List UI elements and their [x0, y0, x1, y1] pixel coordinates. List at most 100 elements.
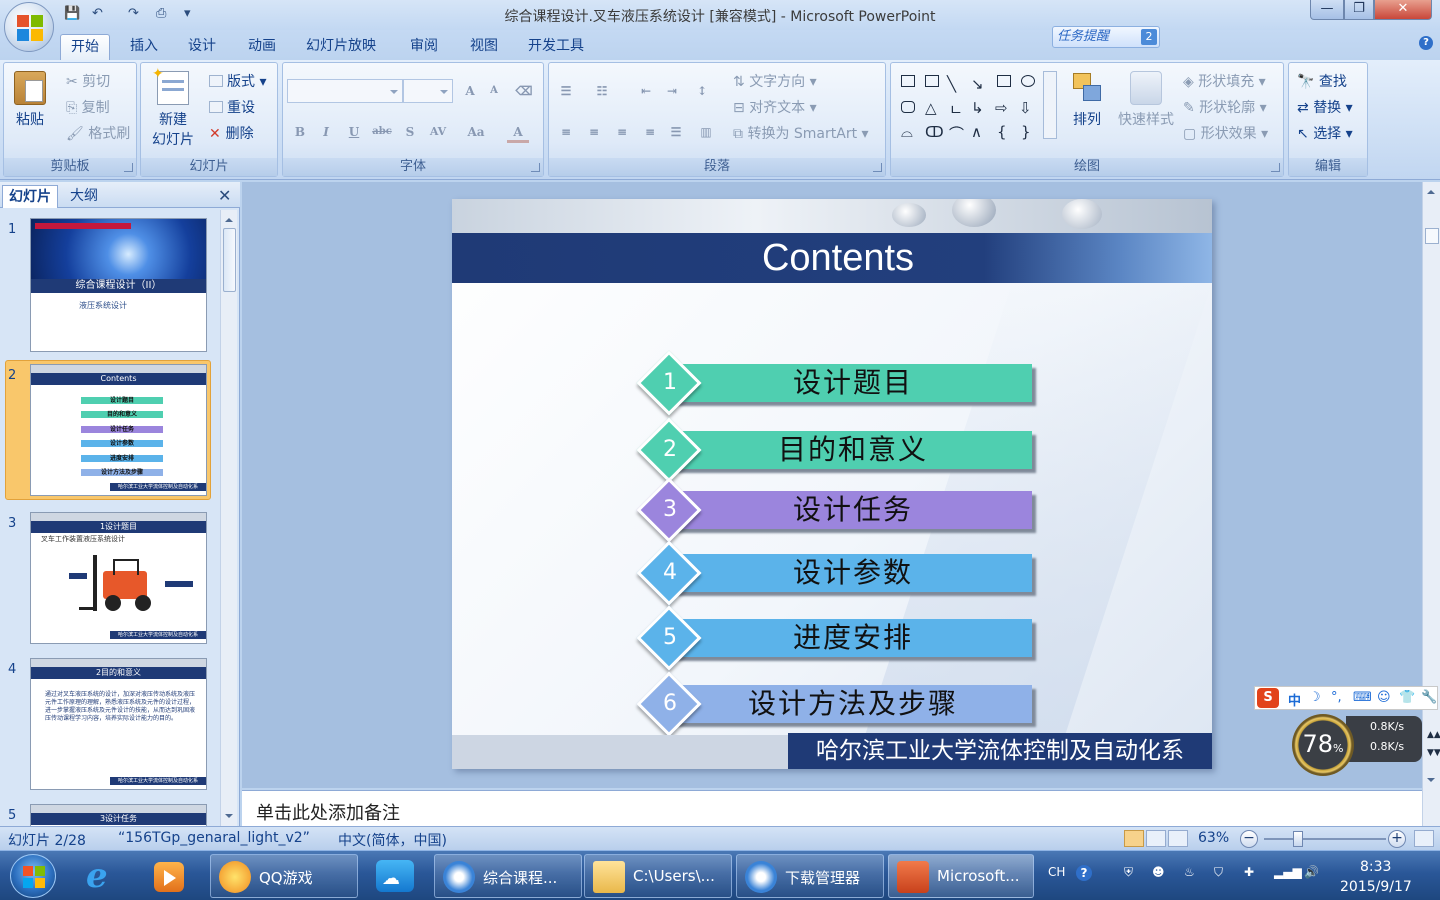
ie-icon[interactable]: e: [74, 854, 134, 898]
close-pane-icon[interactable]: ✕: [218, 186, 231, 205]
office-button[interactable]: [4, 2, 54, 52]
tray-language[interactable]: CH: [1048, 865, 1065, 879]
shape-freeform-icon[interactable]: ⌓: [901, 123, 913, 141]
scroll-thumb[interactable]: [223, 228, 236, 292]
tab-insert[interactable]: 插入: [120, 34, 168, 60]
contents-item-1[interactable]: 1 设计题目: [636, 350, 1042, 416]
format-painter-button[interactable]: 🖌 格式刷: [66, 123, 130, 143]
tab-review[interactable]: 审阅: [400, 34, 448, 60]
smartart-button[interactable]: ⧉ 转换为 SmartArt ▾: [733, 123, 869, 143]
shape-elbow-arrow-icon[interactable]: ↳: [971, 99, 984, 117]
paragraph-launcher-icon[interactable]: [873, 163, 882, 172]
columns-icon[interactable]: ▥: [695, 121, 717, 143]
clock-date[interactable]: 2015/9/17: [1340, 879, 1412, 895]
bullets-icon[interactable]: ☰: [555, 80, 577, 102]
clear-format-icon[interactable]: ⌫: [513, 80, 535, 102]
drawing-launcher-icon[interactable]: [1271, 163, 1280, 172]
shape-roundrect-icon[interactable]: [901, 101, 915, 113]
network-monitor[interactable]: 78% 0.8K/s 0.8K/s: [1290, 712, 1440, 776]
shrink-font-button[interactable]: A: [483, 80, 505, 102]
tab-slides[interactable]: 幻灯片: [2, 185, 58, 208]
quick-styles-button[interactable]: 快速样式: [1113, 71, 1179, 129]
contents-item-5[interactable]: 5 进度安排: [636, 605, 1042, 671]
language-indicator[interactable]: 中文(简体，中国): [338, 830, 447, 850]
justify-icon[interactable]: ≡: [639, 121, 661, 143]
slideshow-view-button[interactable]: [1168, 830, 1188, 847]
maximize-button[interactable]: ❐: [1344, 0, 1374, 20]
arrange-button[interactable]: 排列: [1063, 71, 1111, 129]
underline-button[interactable]: U: [343, 121, 365, 143]
clipboard-launcher-icon[interactable]: [124, 163, 133, 172]
ime-toolbar[interactable]: S 中 ☽ °, ⌨ ☺ 👕 🔧: [1254, 686, 1438, 710]
help-icon[interactable]: ?: [1419, 36, 1433, 50]
zoom-slider-track[interactable]: [1264, 838, 1386, 840]
thumbnail-1[interactable]: 综合课程设计（II） 液压系统设计: [30, 218, 207, 352]
fit-to-window-button[interactable]: [1414, 830, 1434, 847]
replace-button[interactable]: ⇄ 替换 ▾: [1297, 97, 1353, 117]
shape-arc-icon[interactable]: ⌒: [949, 123, 964, 144]
thumbnail-row-4[interactable]: 4 2目的和意义 通过对叉车液压系统的设计，加深对液压传动系统及液压元件工作原理…: [0, 654, 220, 794]
font-launcher-icon[interactable]: [531, 163, 540, 172]
scroll-up-icon[interactable]: [1427, 186, 1435, 194]
layout-button[interactable]: 版式 ▾: [209, 71, 266, 91]
delete-button[interactable]: ✕ 删除: [209, 123, 254, 143]
thumbnail-4[interactable]: 2目的和意义 通过对叉车液压系统的设计，加深对液压传动系统及液压元件工作原理的理…: [30, 658, 207, 790]
shape-line-icon[interactable]: ╲: [947, 75, 956, 93]
user-icon[interactable]: ☺: [1377, 690, 1391, 705]
reset-button[interactable]: 重设: [209, 97, 255, 117]
cut-button[interactable]: ✂ 剪切: [66, 71, 110, 91]
shadow-button[interactable]: S: [399, 121, 421, 143]
numbering-icon[interactable]: ☷: [591, 80, 613, 102]
tray-help-icon[interactable]: ?: [1076, 865, 1092, 881]
text-direction-button[interactable]: ⇅ 文字方向 ▾: [733, 71, 817, 91]
notes-pane[interactable]: 单击此处添加备注: [242, 790, 1422, 826]
slide-title[interactable]: Contents: [452, 237, 1212, 280]
bold-button[interactable]: B: [289, 121, 311, 143]
font-size-select[interactable]: [403, 79, 453, 103]
shape-triangle-icon[interactable]: △: [925, 99, 937, 117]
shape-outline-button[interactable]: ✎ 形状轮廓 ▾: [1183, 97, 1267, 117]
minimize-button[interactable]: —: [1310, 0, 1344, 20]
zoom-level[interactable]: 63%: [1198, 830, 1229, 846]
cloud-icon[interactable]: ☁: [366, 854, 426, 898]
thumbnail-row-5[interactable]: 5 3设计任务: [0, 800, 220, 826]
shape-scribble-icon[interactable]: ↀ: [925, 123, 944, 141]
tray-network-icon[interactable]: ▂▄▆: [1274, 865, 1302, 879]
contents-item-6[interactable]: 6 设计方法及步骤: [636, 671, 1042, 737]
zoom-out-button[interactable]: −: [1240, 830, 1258, 848]
current-slide[interactable]: Contents 1 设计题目 2 目的和意义 3 设计任务 4 设计参数 5 …: [452, 199, 1212, 769]
thumbnail-row-2[interactable]: 2 Contents 设计题目 目的和意义 设计任务 设计参数 进度安排 设计方…: [0, 360, 220, 502]
punctuation-icon[interactable]: °,: [1331, 690, 1342, 705]
new-slide-button[interactable]: ✦ 新建 幻灯片: [145, 66, 201, 149]
close-button[interactable]: ✕: [1374, 0, 1432, 20]
shape-rect-icon[interactable]: [997, 75, 1011, 87]
contents-item-4[interactable]: 4 设计参数: [636, 540, 1042, 606]
taskbar-item-powerpoint[interactable]: Microsoft...: [888, 854, 1034, 898]
slides-pane-scrollbar[interactable]: [220, 210, 237, 826]
scroll-thumb[interactable]: [1425, 228, 1439, 244]
ime-mode[interactable]: 中: [1288, 690, 1301, 709]
tray-penguin-icon[interactable]: ♨: [1184, 865, 1195, 879]
shapes-gallery[interactable]: ╲ ↘ △ ㄴ ↳ ⇨ ⇩ ⌓ ↀ ⌒ ∧ { }: [897, 71, 1047, 145]
taskbar-item-explorer[interactable]: C:\Users\...: [584, 854, 732, 898]
grow-font-button[interactable]: A: [459, 80, 481, 102]
strikethrough-button[interactable]: abc: [371, 121, 393, 143]
shape-brace-right-icon[interactable]: }: [1021, 123, 1031, 141]
wrench-icon[interactable]: 🔧: [1421, 690, 1437, 705]
tab-animations[interactable]: 动画: [238, 34, 286, 60]
font-name-select[interactable]: [287, 79, 403, 103]
tab-developer[interactable]: 开发工具: [518, 34, 594, 60]
taskbar-item-download-manager[interactable]: 下载管理器: [736, 854, 884, 898]
align-text-button[interactable]: ⊟ 对齐文本 ▾: [733, 97, 817, 117]
keyboard-icon[interactable]: ⌨: [1353, 690, 1372, 705]
thumbnail-3[interactable]: 1设计题目 叉车工作装置液压系统设计 哈尔滨工业大学流体控制及自动化系: [30, 512, 207, 644]
line-spacing-icon[interactable]: ↕: [691, 80, 713, 102]
tray-security-icon[interactable]: ✚: [1244, 865, 1254, 879]
scroll-up-icon[interactable]: [225, 214, 233, 222]
zoom-slider-knob[interactable]: [1293, 831, 1303, 847]
align-center-icon[interactable]: ≡: [583, 121, 605, 143]
paste-button[interactable]: 粘贴: [10, 71, 50, 129]
contents-item-2[interactable]: 2 目的和意义: [636, 417, 1042, 483]
normal-view-button[interactable]: [1124, 830, 1144, 847]
select-button[interactable]: ↖ 选择 ▾: [1297, 123, 1353, 143]
